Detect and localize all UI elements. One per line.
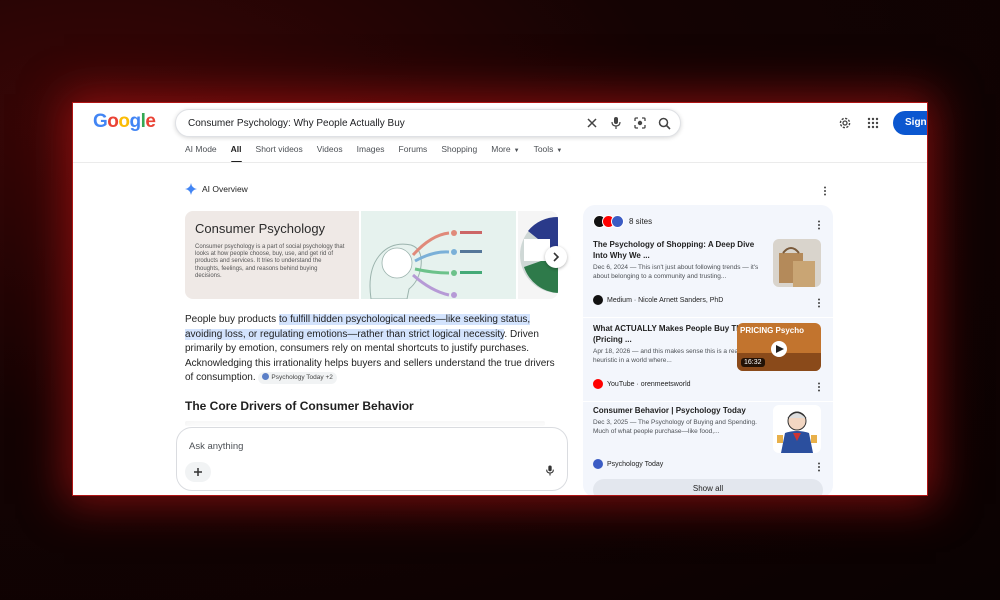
source-card-medium[interactable]: The Psychology of Shopping: A Deep Dive … bbox=[593, 239, 823, 309]
video-duration: 16:32 bbox=[741, 358, 765, 367]
search-bar[interactable]: Consumer Psychology: Why People Actually… bbox=[175, 109, 681, 137]
card-title[interactable]: Consumer Behavior | Psychology Today bbox=[593, 405, 761, 416]
card-thumbnail[interactable] bbox=[773, 405, 821, 453]
medium-icon bbox=[593, 295, 603, 305]
show-all-button[interactable]: Show all bbox=[593, 479, 823, 495]
search-tabs: AI Mode All Short videos Videos Images F… bbox=[185, 144, 576, 163]
add-button[interactable] bbox=[185, 462, 211, 482]
browser-viewport: Google Consumer Psychology: Why People A… bbox=[72, 102, 928, 496]
video-thumbnail[interactable]: PRICING Psycho 16:32 bbox=[737, 323, 821, 371]
ai-overview-label: AI Overview bbox=[202, 184, 248, 194]
tab-all[interactable]: All bbox=[230, 144, 242, 163]
ai-image-carousel: Consumer Psychology Consumer psychology … bbox=[185, 211, 558, 299]
search-input[interactable]: Consumer Psychology: Why People Actually… bbox=[176, 118, 580, 129]
psychology-today-icon bbox=[611, 215, 624, 228]
ask-microphone-icon[interactable] bbox=[545, 464, 555, 482]
sparkle-icon bbox=[185, 183, 197, 195]
source-card-youtube[interactable]: What ACTUALLY Makes People Buy Things (P… bbox=[593, 323, 823, 393]
tab-images[interactable]: Images bbox=[357, 144, 385, 162]
card-separator bbox=[583, 401, 833, 402]
psychology-today-icon bbox=[593, 459, 603, 469]
header-divider bbox=[73, 162, 927, 163]
card-title[interactable]: The Psychology of Shopping: A Deep Dive … bbox=[593, 239, 761, 261]
tab-tools[interactable]: Tools ▼ bbox=[534, 144, 563, 162]
image-body: Consumer psychology is a part of social … bbox=[195, 244, 345, 279]
tab-ai-mode[interactable]: AI Mode bbox=[185, 144, 217, 162]
thumbnail-text: PRICING Psycho bbox=[740, 326, 805, 335]
psychology-today-icon bbox=[262, 373, 270, 380]
apps-grid-icon[interactable] bbox=[859, 111, 887, 135]
card-separator bbox=[583, 317, 833, 318]
sources-panel: 8 sites The Psychology of Shopping: A De… bbox=[583, 205, 833, 495]
source-card-psychology-today[interactable]: Consumer Behavior | Psychology Today Dec… bbox=[593, 405, 823, 473]
card-source: Medium · Nicole Arnett Sanders, PhD bbox=[593, 295, 723, 305]
ai-overview-text: People buy products to fulfill hidden ps… bbox=[185, 314, 555, 384]
card-thumbnail[interactable] bbox=[773, 239, 821, 287]
clear-icon[interactable] bbox=[580, 111, 604, 135]
google-logo[interactable]: Google bbox=[93, 111, 156, 133]
chevron-right-icon bbox=[553, 252, 560, 262]
card-more-icon[interactable] bbox=[817, 459, 821, 477]
sites-header[interactable]: 8 sites bbox=[593, 215, 652, 228]
tab-forums[interactable]: Forums bbox=[399, 144, 428, 162]
lens-camera-icon[interactable] bbox=[628, 111, 652, 135]
tab-more[interactable]: More ▼ bbox=[491, 144, 519, 162]
gear-icon[interactable] bbox=[831, 111, 859, 135]
panel-more-icon[interactable] bbox=[817, 217, 821, 235]
source-chip[interactable]: Psychology Today +2 bbox=[258, 372, 337, 384]
ai-overview-more-icon[interactable] bbox=[823, 183, 827, 201]
card-source: YouTube · orenmeetsworld bbox=[593, 379, 691, 389]
microphone-icon[interactable] bbox=[604, 111, 628, 135]
caret-down-icon: ▼ bbox=[556, 148, 563, 154]
search-icon[interactable] bbox=[652, 111, 676, 135]
tab-short-videos[interactable]: Short videos bbox=[256, 144, 303, 162]
card-title[interactable]: What ACTUALLY Makes People Buy Things (P… bbox=[593, 323, 761, 345]
tab-videos[interactable]: Videos bbox=[317, 144, 343, 162]
sites-count: 8 sites bbox=[629, 217, 653, 226]
sign-in-button[interactable]: Sign in bbox=[893, 111, 927, 135]
card-source: Psychology Today bbox=[593, 459, 663, 469]
card-more-icon[interactable] bbox=[817, 295, 821, 313]
carousel-image-consumer-psychology[interactable]: Consumer Psychology Consumer psychology … bbox=[185, 211, 360, 299]
ai-overview-header: AI Overview bbox=[185, 183, 248, 195]
carousel-image-diagram[interactable] bbox=[361, 211, 517, 299]
card-snippet: Dec 6, 2024 — This isn't just about foll… bbox=[593, 264, 759, 280]
image-title: Consumer Psychology bbox=[195, 221, 326, 236]
plus-icon bbox=[194, 468, 202, 476]
card-snippet: Dec 3, 2025 — The Psychology of Buying a… bbox=[593, 419, 757, 435]
section-heading: The Core Drivers of Consumer Behavior bbox=[185, 399, 414, 413]
header-actions: Sign in bbox=[831, 111, 927, 135]
ask-anything-box[interactable]: Ask anything bbox=[176, 427, 568, 491]
carousel-next-button[interactable] bbox=[545, 246, 567, 268]
faded-text-line bbox=[185, 421, 545, 426]
youtube-icon bbox=[593, 379, 603, 389]
tab-shopping[interactable]: Shopping bbox=[441, 144, 477, 162]
ask-input[interactable]: Ask anything bbox=[189, 441, 243, 452]
caret-down-icon: ▼ bbox=[513, 148, 520, 154]
site-favicons bbox=[593, 215, 627, 228]
card-more-icon[interactable] bbox=[817, 379, 821, 397]
